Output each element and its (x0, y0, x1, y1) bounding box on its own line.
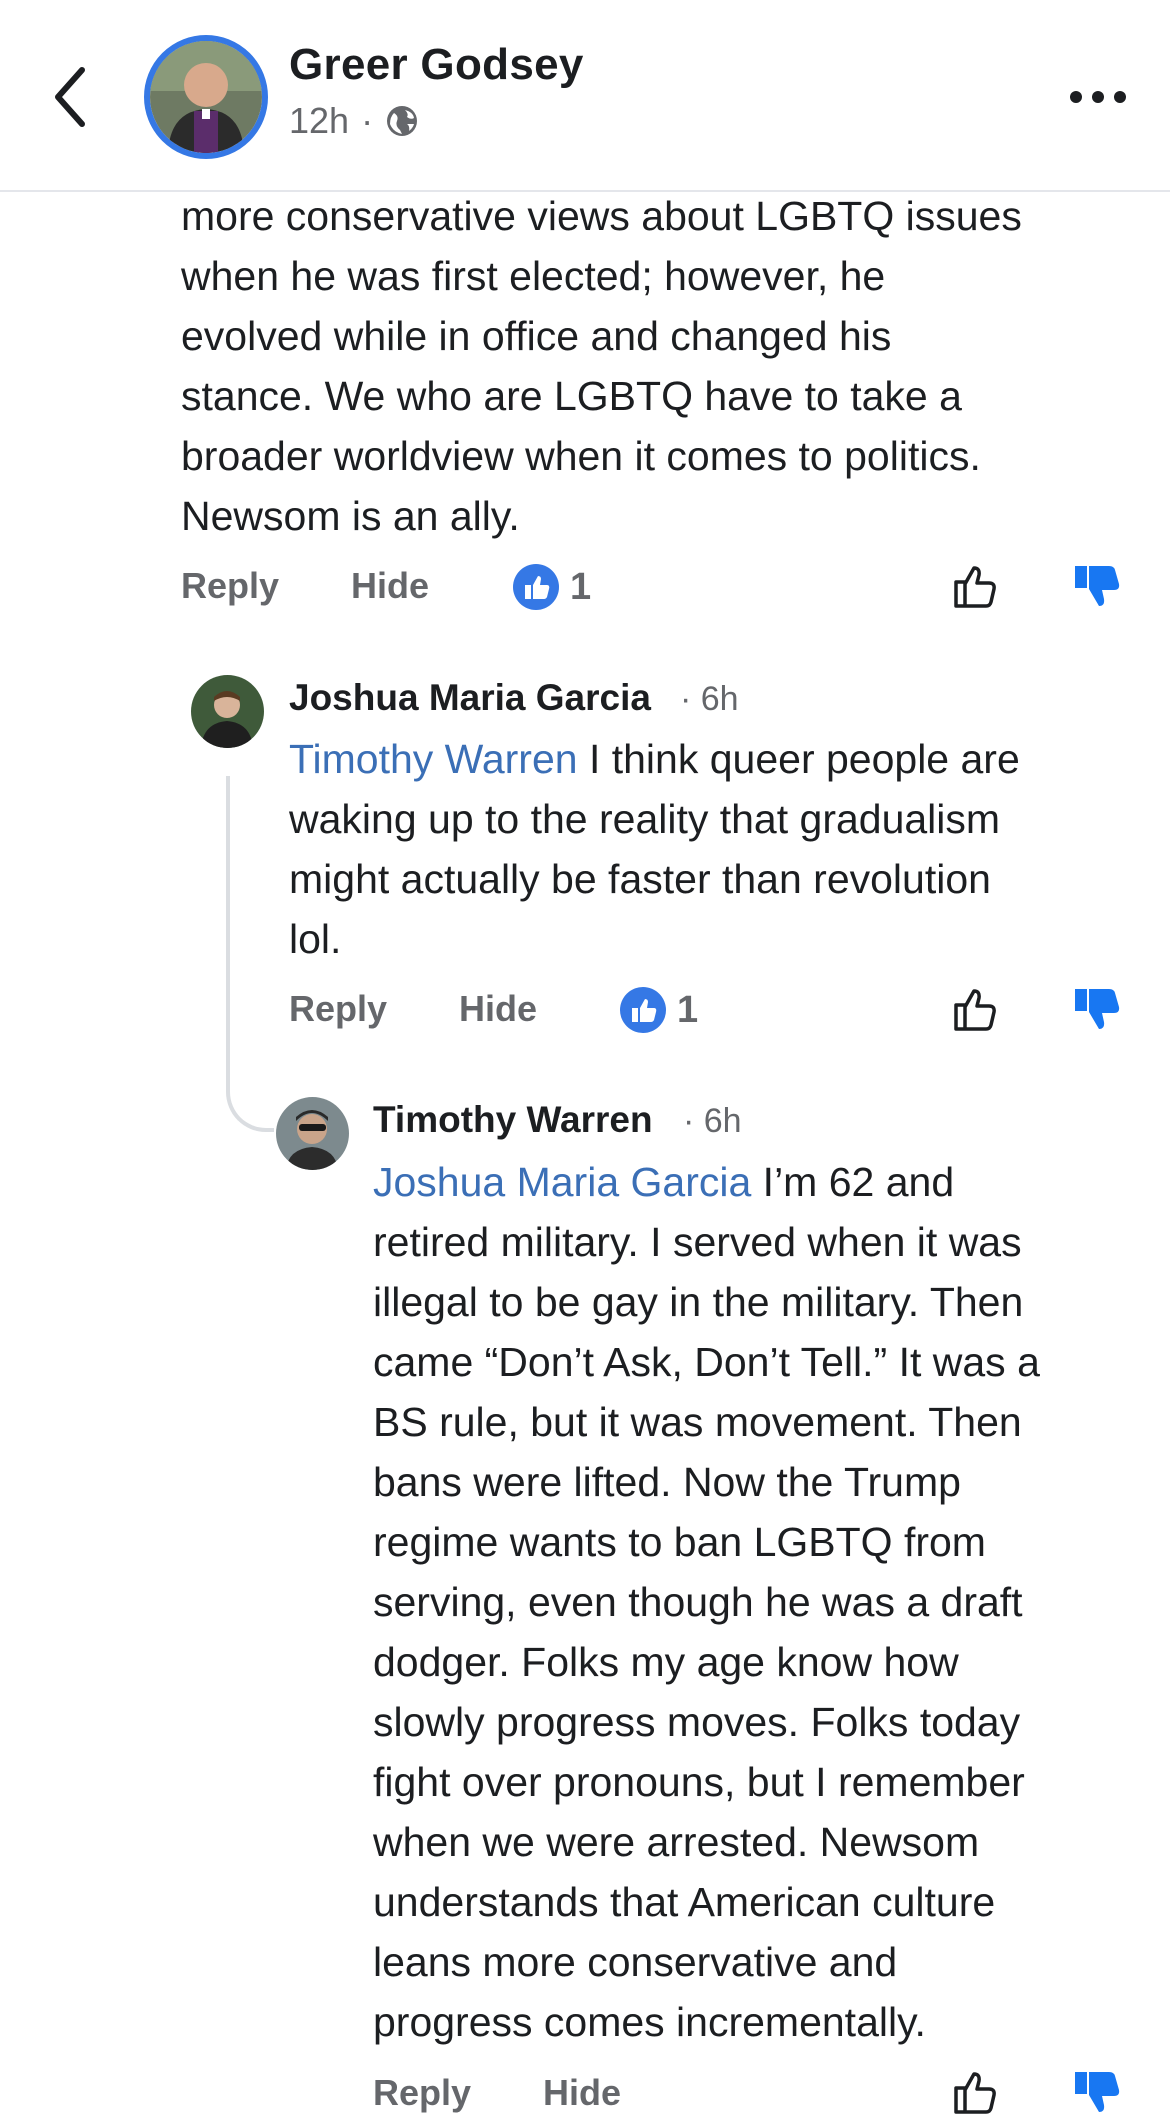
comment-line: Joshua Maria Garcia I’m 62 and (373, 1152, 1040, 1212)
downvote-button[interactable] (1071, 983, 1123, 1035)
thumbs-down-icon (1075, 2072, 1120, 2112)
comment-line: came “Don’t Ask, Don’t Tell.” It was a (373, 1339, 1040, 1385)
page-title[interactable]: Greer Godsey (289, 40, 584, 90)
comment-line: broader worldview when it comes to polit… (181, 433, 981, 479)
post-time: 12h (289, 100, 350, 141)
comment-line: Timothy Warren I think queer people are (289, 729, 1020, 789)
comment-line: regime wants to ban LGBTQ from (373, 1519, 986, 1565)
comment-line: slowly progress moves. Folks today (373, 1699, 1021, 1745)
comment-line: serving, even though he was a draft (373, 1579, 1023, 1625)
reaction-count: 1 (677, 988, 699, 1031)
more-icon (1070, 91, 1126, 103)
thumbs-down-icon (1075, 566, 1120, 606)
downvote-button[interactable] (1071, 560, 1123, 612)
thumbs-up-outline-icon (954, 2072, 996, 2114)
comment-line: retired military. I served when it was (373, 1219, 1022, 1265)
comment-line: might actually be faster than revolution (289, 856, 991, 902)
comment-line: evolved while in office and changed his (181, 313, 892, 359)
comment-line: dodger. Folks my age know how (373, 1639, 959, 1685)
like-reaction-icon (620, 987, 666, 1033)
comment-line: illegal to be gay in the military. Then (373, 1279, 1024, 1325)
avatar[interactable] (276, 1097, 349, 1170)
comment-line: waking up to the reality that gradualism (289, 796, 1001, 842)
thumbs-up-outline-icon (954, 566, 996, 608)
reply-button[interactable]: Reply (289, 988, 387, 1030)
thread-line (226, 776, 274, 1132)
avatar[interactable] (191, 675, 264, 748)
comment-line: Newsom is an ally. (181, 493, 520, 539)
comment-line-text: I’m 62 and (751, 1159, 955, 1205)
comment-line: when we were arrested. Newsom (373, 1819, 980, 1865)
comment-line: BS rule, but it was movement. Then (373, 1399, 1022, 1445)
hide-button[interactable]: Hide (459, 988, 537, 1030)
reply-button[interactable]: Reply (373, 2072, 471, 2114)
comment-text: more conservative views about LGBTQ issu… (181, 186, 1022, 546)
comment-author[interactable]: Joshua Maria Garcia (289, 677, 651, 719)
more-options-button[interactable] (1066, 82, 1130, 112)
chevron-left-icon (55, 67, 85, 127)
reaction-summary[interactable]: 1 (619, 986, 698, 1034)
comment-line: understands that American culture (373, 1879, 996, 1925)
hide-button[interactable]: Hide (351, 565, 429, 607)
comment-line: more conservative views about LGBTQ issu… (181, 193, 1022, 239)
comment-line: progress comes incrementally. (373, 1999, 926, 2045)
mention-link[interactable]: Joshua Maria Garcia (373, 1159, 751, 1205)
hide-button[interactable]: Hide (543, 2072, 621, 2114)
thumbs-up-outline-icon (954, 989, 996, 1031)
comment-line: leans more conservative and (373, 1939, 898, 1985)
comment-line: bans were lifted. Now the Trump (373, 1459, 961, 1505)
reaction-count: 1 (570, 565, 592, 608)
downvote-button[interactable] (1071, 2066, 1123, 2118)
upvote-button[interactable] (950, 560, 1002, 612)
comment-time: · 6h (680, 680, 739, 718)
comment-line: when he was first elected; however, he (181, 253, 886, 299)
upvote-button[interactable] (950, 983, 1002, 1035)
post-header: Greer Godsey 12h · (0, 0, 1170, 192)
back-button[interactable] (48, 62, 96, 132)
comment-line: stance. We who are LGBTQ have to take a (181, 373, 962, 419)
reaction-summary[interactable]: 1 (512, 563, 591, 611)
comment-line-text: I think queer people are (577, 736, 1020, 782)
separator-dot: · (361, 100, 374, 141)
comment-time: · 6h (683, 1102, 742, 1140)
post-meta: 12h · (289, 100, 419, 142)
reply-button[interactable]: Reply (181, 565, 279, 607)
comment-line: lol. (289, 916, 342, 962)
comment-text: Joshua Maria Garcia I’m 62 and retired m… (373, 1152, 1040, 2052)
comment-text: Timothy Warren I think queer people are … (289, 729, 1020, 969)
comment-line: fight over pronouns, but I remember (373, 1759, 1025, 1805)
avatar[interactable] (144, 35, 268, 159)
comment-author[interactable]: Timothy Warren (373, 1099, 653, 1141)
mention-link[interactable]: Timothy Warren (289, 736, 578, 782)
upvote-button[interactable] (950, 2066, 1002, 2118)
thumbs-down-icon (1075, 989, 1120, 1029)
like-reaction-icon (513, 564, 559, 610)
globe-icon (387, 106, 418, 136)
